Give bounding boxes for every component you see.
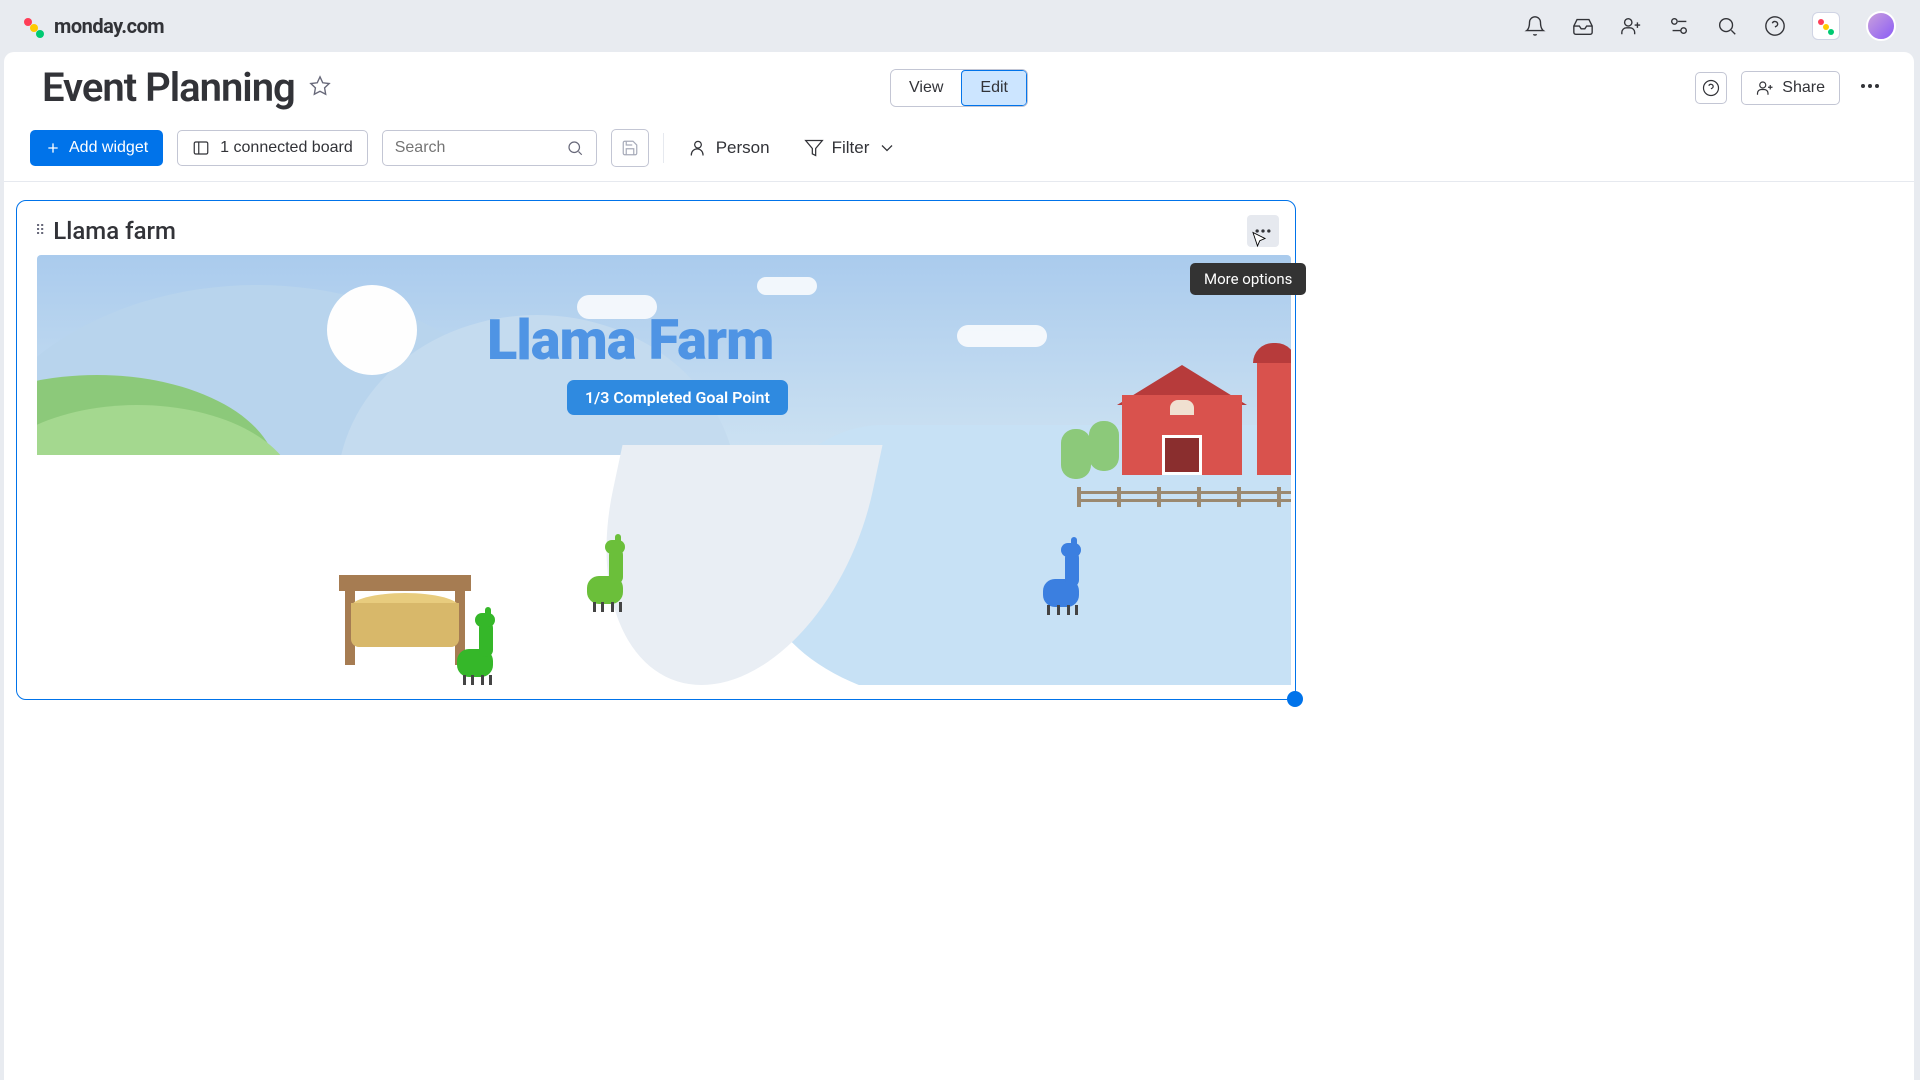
more-options-tooltip: More options xyxy=(1190,263,1306,295)
person-filter-button[interactable]: Person xyxy=(678,132,780,164)
header-help-button[interactable] xyxy=(1695,72,1727,104)
search-box[interactable] xyxy=(382,130,597,166)
search-input[interactable] xyxy=(395,139,495,157)
divider xyxy=(663,133,664,163)
resize-handle[interactable] xyxy=(1287,691,1303,707)
help-icon[interactable] xyxy=(1764,15,1786,37)
share-button[interactable]: Share xyxy=(1741,71,1840,105)
plus-icon xyxy=(45,140,61,156)
save-layout-button[interactable] xyxy=(611,129,649,167)
bell-icon[interactable] xyxy=(1524,15,1546,37)
barn-icon xyxy=(1122,365,1252,475)
llama-farm-widget: ⠿ Llama farm xyxy=(16,200,1296,700)
connected-boards-label: 1 connected board xyxy=(220,139,353,157)
connected-boards-button[interactable]: 1 connected board xyxy=(177,130,368,166)
dashboard-canvas: ⠿ Llama farm xyxy=(4,182,1914,720)
favorite-button[interactable] xyxy=(309,75,331,100)
header-more-button[interactable] xyxy=(1854,70,1886,105)
star-icon xyxy=(309,75,331,97)
farm-scene: Llama Farm 1/3 Completed Goal Point xyxy=(37,255,1291,685)
widget-body: Llama Farm 1/3 Completed Goal Point xyxy=(17,255,1295,699)
widget-title: Llama farm xyxy=(53,217,176,245)
avatar[interactable] xyxy=(1866,11,1896,41)
llama-icon xyxy=(457,615,501,685)
share-icon xyxy=(1756,79,1774,97)
filter-icon xyxy=(804,138,824,158)
person-label: Person xyxy=(716,138,770,158)
save-icon xyxy=(621,139,639,157)
dots-icon xyxy=(1858,74,1882,98)
header-right: Share xyxy=(1695,70,1886,105)
widget-header: ⠿ Llama farm xyxy=(17,201,1295,255)
edit-button[interactable]: Edit xyxy=(961,70,1027,106)
board-icon xyxy=(192,139,210,157)
filter-label: Filter xyxy=(832,138,870,158)
help-circle-icon xyxy=(1702,79,1720,97)
view-button[interactable]: View xyxy=(891,70,961,106)
logo-mark-icon xyxy=(24,14,48,38)
search-icon[interactable] xyxy=(1716,15,1738,37)
fence-icon xyxy=(1077,487,1291,507)
brand-name: monday.com xyxy=(54,14,164,38)
stable-icon xyxy=(345,575,465,665)
logo[interactable]: monday.com xyxy=(24,14,164,38)
search-small-icon xyxy=(566,139,584,157)
drag-handle-icon[interactable]: ⠿ xyxy=(35,223,45,239)
goal-badge: 1/3 Completed Goal Point xyxy=(567,380,788,415)
cursor-icon xyxy=(1250,231,1268,249)
share-label: Share xyxy=(1782,79,1825,97)
llama-icon xyxy=(1043,545,1087,615)
chevron-down-icon xyxy=(877,138,897,158)
farm-heading: Llama Farm xyxy=(487,307,773,373)
top-nav: monday.com xyxy=(0,0,1920,52)
person-icon xyxy=(688,138,708,158)
inbox-icon[interactable] xyxy=(1572,15,1594,37)
page-title: Event Planning xyxy=(42,64,295,111)
invite-icon[interactable] xyxy=(1620,15,1642,37)
topnav-icons xyxy=(1524,11,1896,41)
filter-button[interactable]: Filter xyxy=(794,132,908,164)
view-edit-toggle: View Edit xyxy=(890,69,1028,107)
add-widget-label: Add widget xyxy=(69,139,148,157)
page-header: Event Planning View Edit Share xyxy=(4,52,1914,121)
llama-icon xyxy=(587,542,631,612)
add-widget-button[interactable]: Add widget xyxy=(30,130,163,166)
product-switcher-icon[interactable] xyxy=(1812,12,1840,40)
toolbar: Add widget 1 connected board Person Filt… xyxy=(4,121,1914,182)
main: Event Planning View Edit Share Add widge… xyxy=(4,52,1914,1080)
apps-icon[interactable] xyxy=(1668,15,1690,37)
